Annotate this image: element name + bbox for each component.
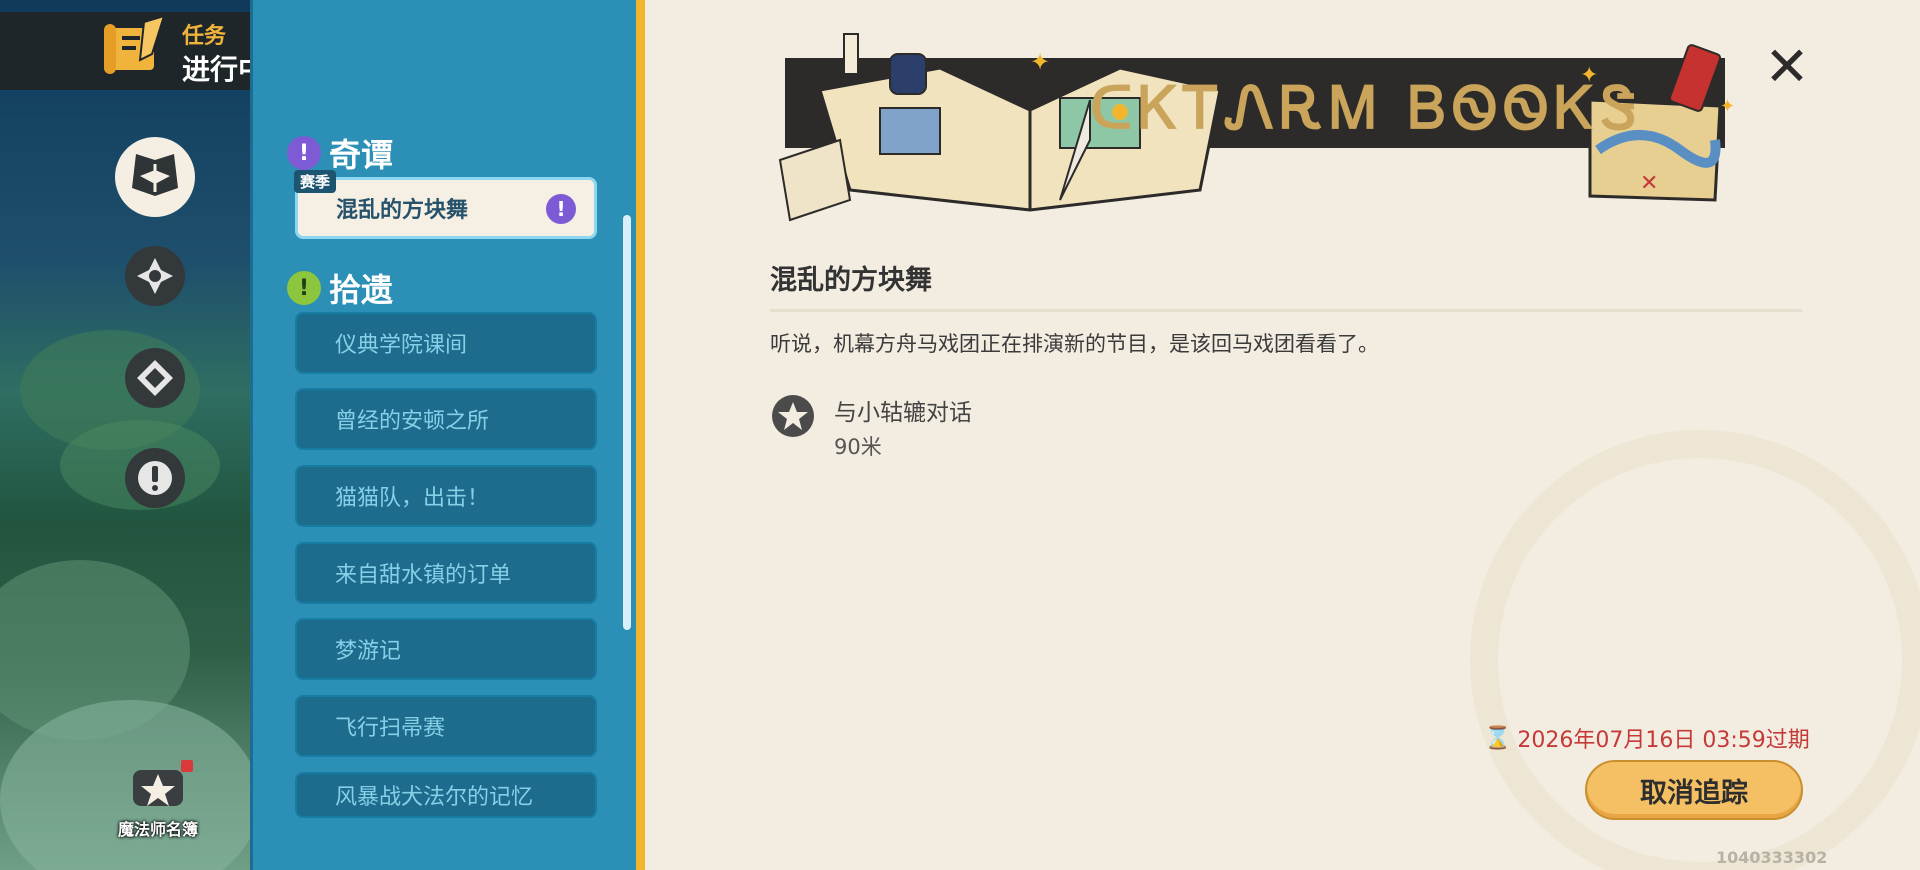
quest-list-panel: ! 奇谭 赛季 混乱的方块舞 ! ! 拾遗 仪典学院课间 曾经的安顿之所 猫猫队… <box>250 0 645 870</box>
roster-label: 魔法师名簿 <box>117 820 198 839</box>
quest-item-label: 猫猫队，出击！ <box>335 486 490 511</box>
compass-icon <box>137 258 173 294</box>
quest-item[interactable]: 梦游记 <box>295 618 597 680</box>
quest-item-label: 来自甜水镇的订单 <box>335 563 512 588</box>
quest-item[interactable]: 仪典学院课间 <box>295 312 597 374</box>
rail-alert-tab[interactable] <box>125 448 185 508</box>
scroll-icon <box>104 14 166 74</box>
quest-item[interactable]: 猫猫队，出击！ <box>295 465 597 527</box>
objective-distance: 90米 <box>834 435 882 459</box>
purple-exclamation-icon: ! <box>546 194 576 224</box>
svg-text:✦: ✦ <box>1720 96 1735 117</box>
list-scrollbar[interactable] <box>623 215 631 630</box>
exclamation-icon <box>138 461 172 495</box>
quest-title: 混乱的方块舞 <box>770 265 932 296</box>
open-book-icon <box>132 154 178 196</box>
quest-item-label: 飞行扫帚赛 <box>335 716 446 741</box>
rail-map-tab[interactable] <box>125 348 185 408</box>
quest-item[interactable]: 飞行扫帚赛 <box>295 695 597 757</box>
rail-book-tab[interactable] <box>115 137 195 217</box>
section-lost-label: 拾遗 <box>329 271 394 309</box>
star-icon <box>772 395 814 437</box>
roster-button[interactable]: 魔法师名簿 <box>108 758 208 840</box>
user-id: 1040333302 <box>1716 848 1828 867</box>
cancel-tracking-button[interactable]: 取消追踪 <box>1585 760 1803 820</box>
scenery-background <box>0 0 260 870</box>
svg-text:✦: ✦ <box>1030 48 1050 76</box>
close-icon[interactable]: ✕ <box>1762 40 1812 94</box>
quest-item[interactable]: 风暴战犬法尔的记忆 <box>295 772 597 818</box>
banner-title-text: ᑕᏦᎢᏁᎡᎷ ᏴᏫᏫᏦᏕ <box>1090 74 1643 142</box>
badge-category: 任务 <box>182 24 227 49</box>
rail-gear-tab[interactable] <box>125 246 185 306</box>
quest-item[interactable]: 来自甜水镇的订单 <box>295 542 597 604</box>
quest-item-label: 混乱的方块舞 <box>336 198 469 223</box>
quest-item-label: 仪典学院课间 <box>335 333 468 358</box>
quest-item-label: 梦游记 <box>335 639 402 664</box>
quest-item-label: 曾经的安顿之所 <box>335 409 490 434</box>
hourglass-icon: ⌛ <box>1484 725 1512 751</box>
quest-item-label: 风暴战犬法尔的记忆 <box>335 785 534 810</box>
title-divider <box>770 309 1802 312</box>
green-exclamation-icon: ! <box>287 271 321 305</box>
objective-task: 与小轱辘对话 <box>834 400 972 426</box>
purple-exclamation-icon: ! <box>287 136 321 170</box>
quest-objective: 与小轱辘对话 90米 <box>770 393 972 461</box>
season-tag: 赛季 <box>294 170 337 193</box>
expiry-text: 2026年07月16日 03:59过期 <box>1517 728 1810 753</box>
quest-description: 听说，机幕方舟马戏团正在排演新的节目，是该回马戏团看看了。 <box>770 332 1379 356</box>
quest-screen: 任务 进行中 魔法师名簿 ! 奇谭 赛季 混乱的方块舞 ! ! 拾遗 仪典学院课… <box>0 0 1920 870</box>
section-wonder-label: 奇谭 <box>329 136 394 174</box>
section-lost: ! 拾遗 <box>287 265 393 311</box>
diamond-icon <box>137 360 173 396</box>
quest-item-selected[interactable]: 赛季 混乱的方块舞 ! <box>294 170 597 239</box>
wizard-hat-icon <box>133 760 193 806</box>
expiry-info: ⌛ 2026年07月16日 03:59过期 <box>1484 722 1810 754</box>
svg-text:✕: ✕ <box>1640 171 1658 196</box>
quest-item[interactable]: 曾经的安顿之所 <box>295 388 597 450</box>
